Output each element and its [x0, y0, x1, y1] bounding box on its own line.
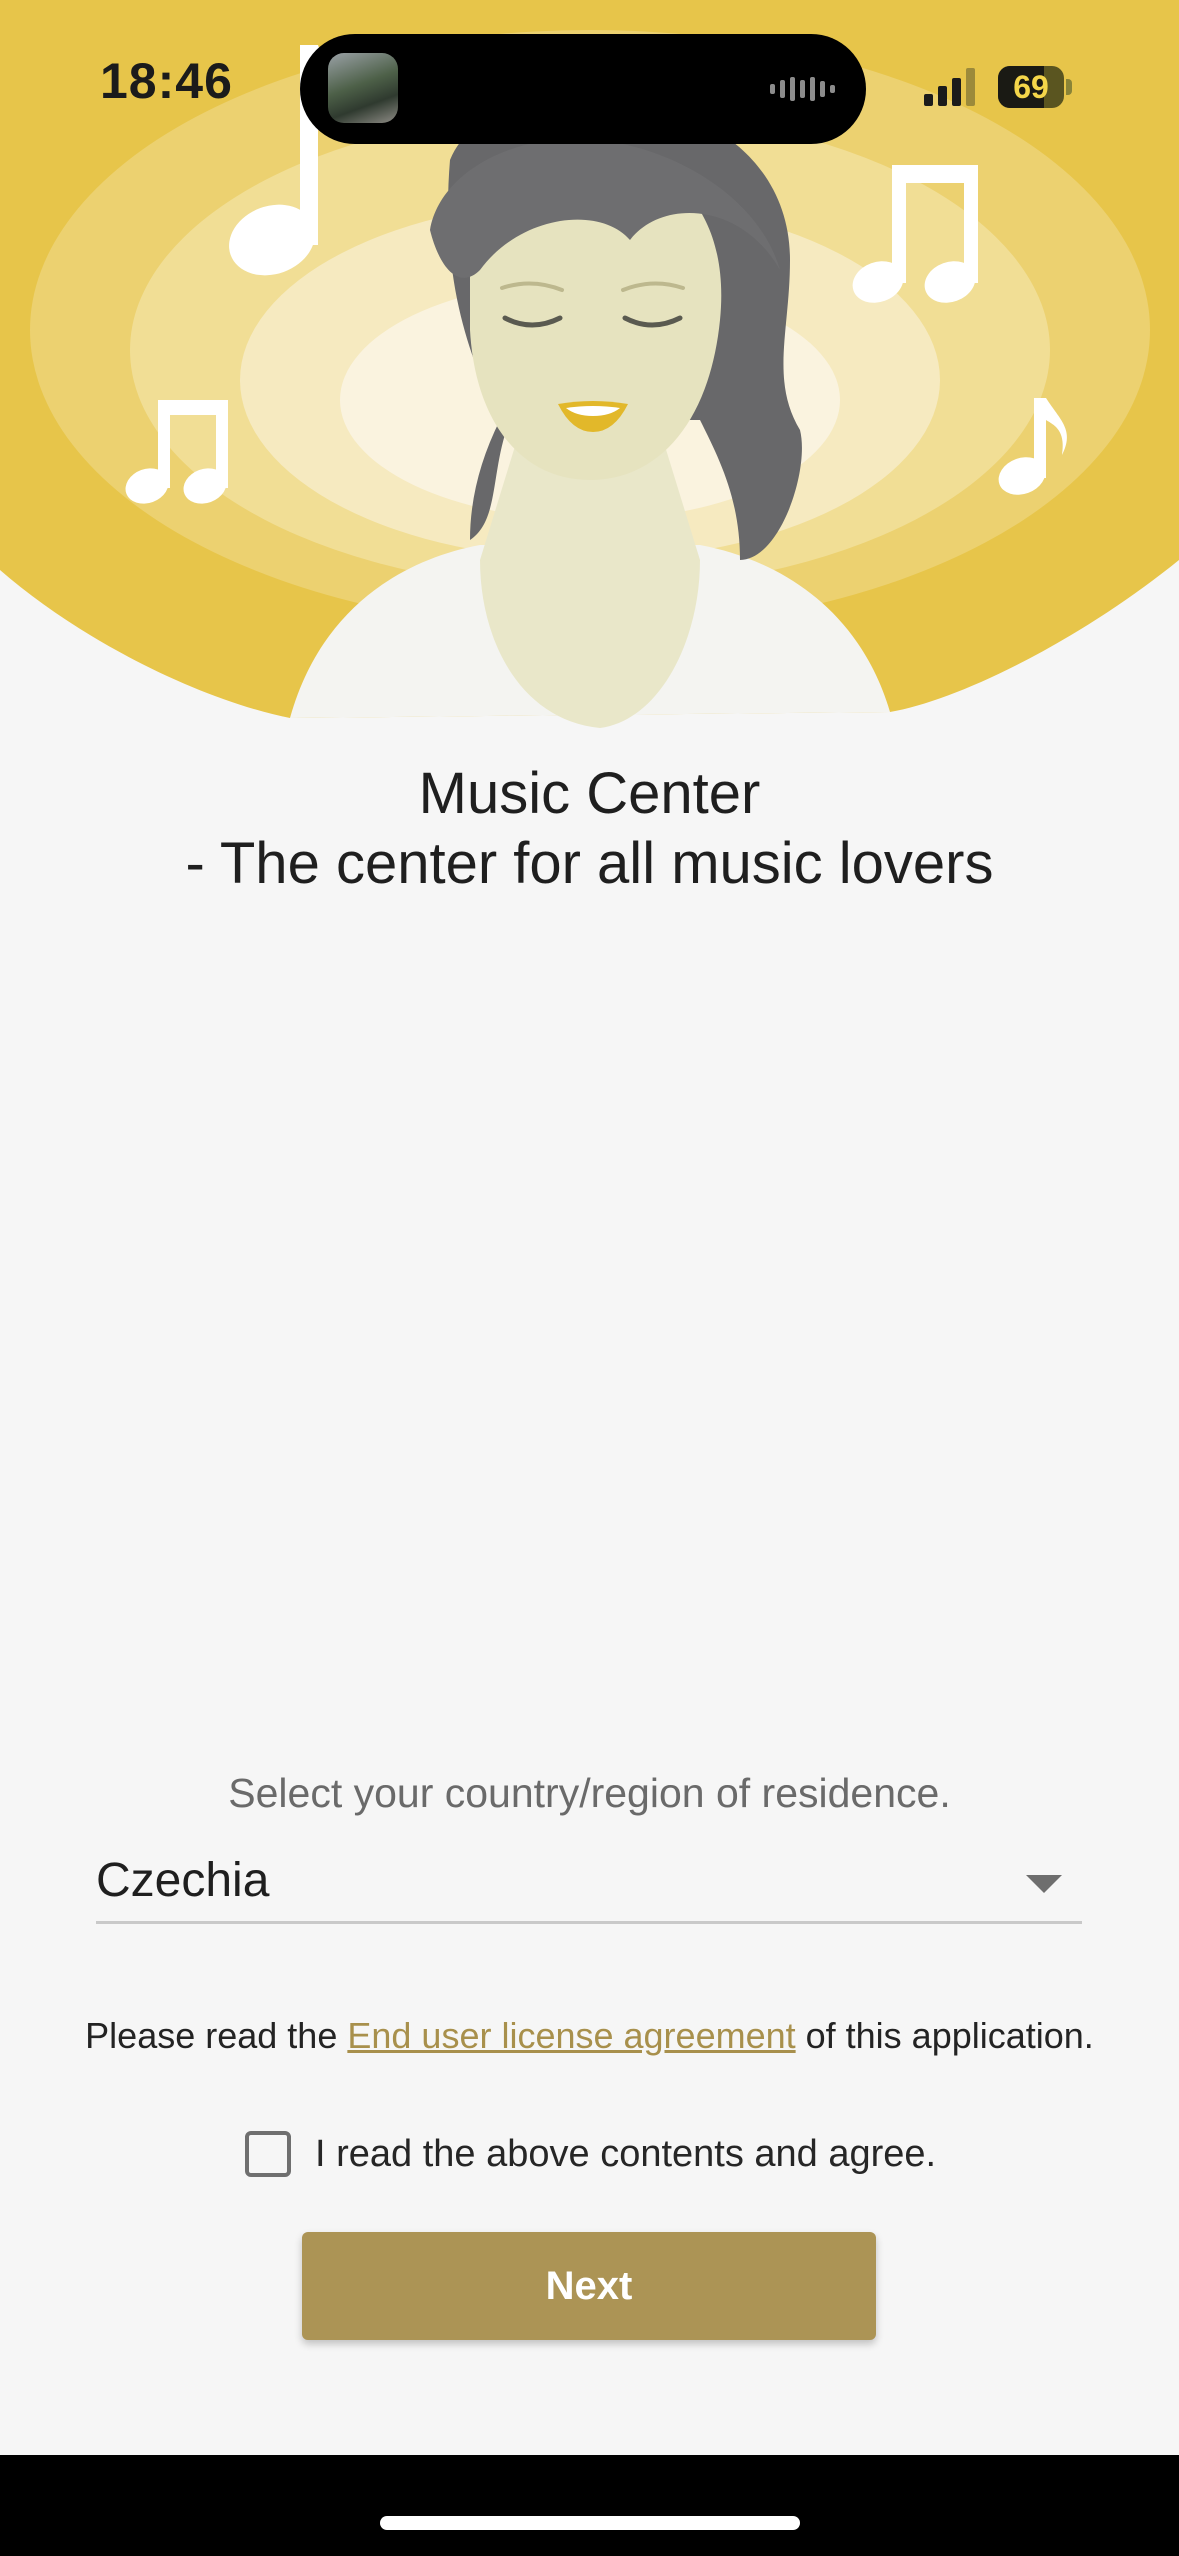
status-time: 18:46	[100, 53, 233, 109]
chevron-down-icon[interactable]	[1026, 1875, 1062, 1893]
country-select[interactable]: Czechia	[96, 1845, 1082, 1924]
battery-cap	[1066, 79, 1072, 95]
app-tagline: - The center for all music lovers	[185, 831, 994, 896]
bottom-bar	[0, 2455, 1179, 2556]
now-playing-thumbnail[interactable]	[328, 53, 398, 123]
dynamic-island[interactable]	[300, 34, 866, 144]
app-title: Music Center	[418, 761, 761, 826]
next-button[interactable]: Next	[302, 2232, 876, 2340]
country-prompt: Select your country/region of residence.	[228, 1770, 951, 1816]
eula-prefix: Please read the	[85, 2015, 348, 2056]
eula-suffix: of this application.	[795, 2015, 1094, 2056]
battery-icon: 69	[998, 66, 1072, 108]
audio-waveform-icon	[770, 77, 835, 101]
agree-label[interactable]: I read the above contents and agree.	[315, 2133, 936, 2176]
country-selected-value: Czechia	[96, 1854, 270, 1907]
eula-link[interactable]: End user license agreement	[347, 2015, 795, 2056]
agree-row[interactable]: I read the above contents and agree.	[245, 2126, 936, 2182]
agree-checkbox[interactable]	[245, 2131, 291, 2177]
home-indicator[interactable]	[380, 2516, 800, 2530]
battery-body: 69	[998, 66, 1064, 108]
eula-notice: Please read the End user license agreeme…	[0, 2015, 1179, 2057]
signal-icon	[924, 68, 975, 106]
battery-level: 69	[1013, 69, 1049, 105]
